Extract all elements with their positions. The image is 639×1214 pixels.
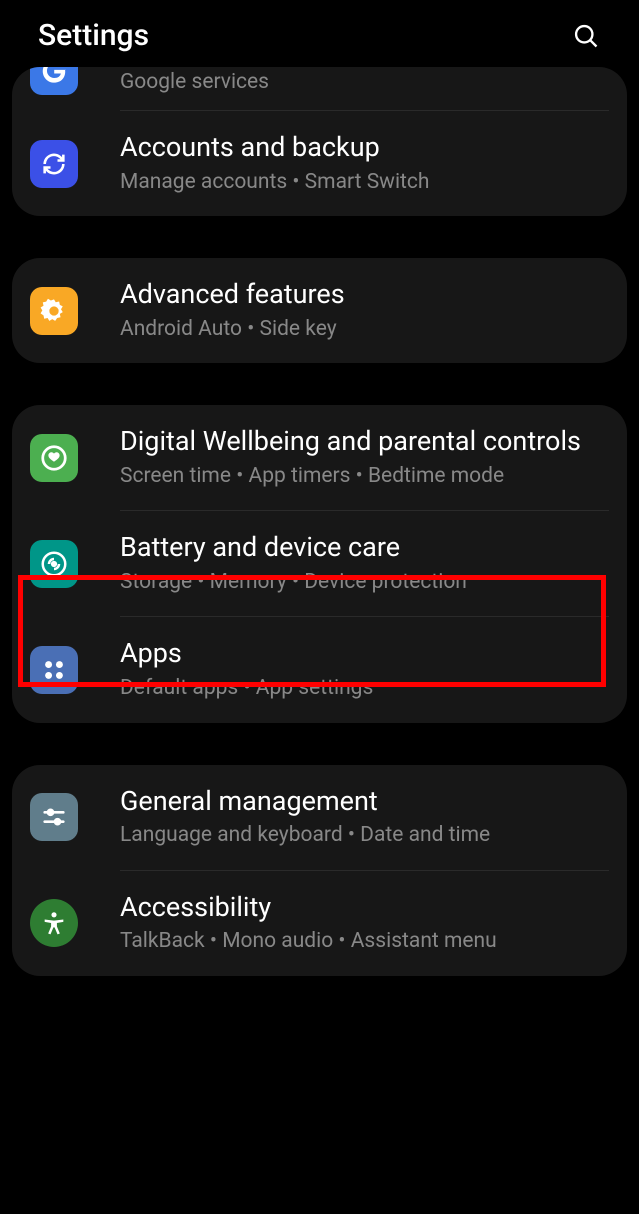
settings-section: Digital Wellbeing and parental controls …: [12, 405, 627, 722]
settings-section: General management Language and keyboard…: [12, 765, 627, 976]
item-subtitle: Manage accounts • Smart Switch: [120, 169, 609, 196]
sliders-icon: [30, 793, 78, 841]
item-title: Accounts and backup: [120, 131, 609, 165]
sync-icon: [30, 140, 78, 188]
settings-item-apps[interactable]: Apps Default apps • App settings: [12, 617, 627, 722]
item-subtitle: TalkBack • Mono audio • Assistant menu: [120, 928, 609, 955]
google-icon: [30, 67, 78, 95]
item-title: Apps: [120, 637, 609, 671]
item-text: Advanced features Android Auto • Side ke…: [120, 278, 609, 343]
item-text: Digital Wellbeing and parental controls …: [120, 425, 609, 490]
header: Settings: [0, 0, 639, 71]
item-text: Battery and device care Storage • Memory…: [120, 531, 609, 596]
settings-item-battery-device-care[interactable]: Battery and device care Storage • Memory…: [12, 511, 627, 616]
settings-item-accessibility[interactable]: Accessibility TalkBack • Mono audio • As…: [12, 871, 627, 976]
wellbeing-icon: [30, 434, 78, 482]
settings-section: Advanced features Android Auto • Side ke…: [12, 258, 627, 363]
page-title: Settings: [38, 18, 149, 53]
item-title: Advanced features: [120, 278, 609, 312]
item-text: Accessibility TalkBack • Mono audio • As…: [120, 891, 609, 956]
item-subtitle: Default apps • App settings: [120, 675, 609, 702]
item-title: Digital Wellbeing and parental controls: [120, 425, 609, 459]
item-subtitle: Storage • Memory • Device protection: [120, 569, 609, 596]
item-text: Accounts and backup Manage accounts • Sm…: [120, 131, 609, 196]
device-care-icon: [30, 540, 78, 588]
settings-item-google[interactable]: Google Google services: [12, 67, 627, 110]
item-title: General management: [120, 785, 609, 819]
item-title: Battery and device care: [120, 531, 609, 565]
search-button[interactable]: [571, 21, 601, 51]
settings-item-general-management[interactable]: General management Language and keyboard…: [12, 765, 627, 870]
item-subtitle: Google services: [120, 69, 609, 96]
settings-item-accounts-backup[interactable]: Accounts and backup Manage accounts • Sm…: [12, 111, 627, 216]
settings-section: Google Google services Accounts and back…: [12, 67, 627, 216]
item-subtitle: Language and keyboard • Date and time: [120, 822, 609, 849]
item-subtitle: Screen time • App timers • Bedtime mode: [120, 463, 609, 490]
search-icon: [572, 22, 600, 50]
item-text: General management Language and keyboard…: [120, 785, 609, 850]
accessibility-icon: [30, 899, 78, 947]
settings-item-advanced-features[interactable]: Advanced features Android Auto • Side ke…: [12, 258, 627, 363]
settings-item-digital-wellbeing[interactable]: Digital Wellbeing and parental controls …: [12, 405, 627, 510]
apps-icon: [30, 646, 78, 694]
item-subtitle: Android Auto • Side key: [120, 316, 609, 343]
gear-plus-icon: [30, 287, 78, 335]
item-title: Accessibility: [120, 891, 609, 925]
item-text: Google Google services: [120, 67, 609, 96]
item-text: Apps Default apps • App settings: [120, 637, 609, 702]
